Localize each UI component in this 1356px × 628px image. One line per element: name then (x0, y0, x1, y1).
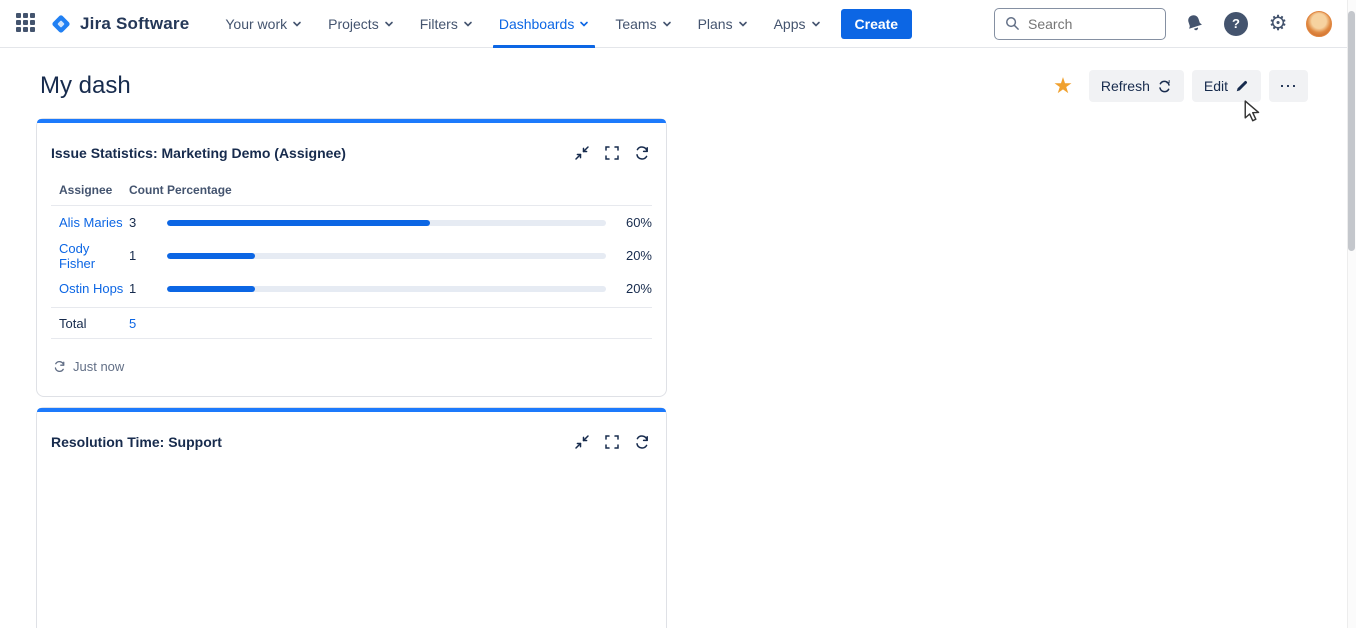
nav-item-your-work[interactable]: Your work (215, 0, 312, 48)
percentage-bar-fill (167, 286, 255, 292)
user-avatar[interactable] (1306, 11, 1332, 37)
percentage-bar-track (167, 220, 606, 226)
count-value: 1 (129, 281, 167, 296)
top-nav: Jira Software Your work Projects Filters… (0, 0, 1356, 48)
vertical-scrollbar[interactable] (1347, 0, 1356, 628)
chevron-down-icon (384, 19, 394, 29)
percentage-bar-track (167, 286, 606, 292)
notifications-bell-icon[interactable] (1180, 10, 1208, 38)
search-icon (1005, 16, 1020, 31)
percentage-bar-fill (167, 220, 430, 226)
help-icon[interactable]: ? (1222, 10, 1250, 38)
refresh-small-icon (53, 360, 66, 373)
gadget-title: Issue Statistics: Marketing Demo (Assign… (51, 145, 346, 161)
more-options-button[interactable]: ⋯ (1269, 70, 1308, 102)
favorite-star-icon[interactable]: ★ (1053, 75, 1073, 97)
column-header-percentage: Percentage (167, 183, 232, 197)
search-box[interactable] (994, 8, 1166, 40)
gadget-title: Resolution Time: Support (51, 434, 222, 450)
column-header-assignee: Assignee (59, 183, 129, 197)
nav-item-plans[interactable]: Plans (688, 0, 758, 48)
column-header-count: Count (129, 183, 167, 197)
gadget-footer: Just now (37, 339, 666, 396)
table-total-row: Total 5 (51, 307, 652, 339)
dashboard-actions: ★ Refresh Edit ⋯ (1053, 70, 1308, 102)
search-input[interactable] (1028, 16, 1148, 32)
table-row: Ostin Hops 1 20% (51, 272, 652, 305)
pencil-icon (1235, 79, 1249, 93)
percentage-label: 20% (618, 281, 652, 296)
chevron-down-icon (738, 19, 748, 29)
jira-diamond-icon (50, 13, 72, 35)
main-nav: Your work Projects Filters Dashboards Te… (215, 0, 830, 48)
page-title: My dash (40, 72, 131, 100)
nav-item-dashboards[interactable]: Dashboards (489, 0, 600, 48)
total-label: Total (59, 316, 129, 331)
ellipsis-icon: ⋯ (1279, 76, 1298, 97)
create-button[interactable]: Create (841, 9, 913, 39)
mouse-cursor (1243, 100, 1263, 122)
nav-item-projects[interactable]: Projects (318, 0, 404, 48)
nav-right-group: ? ⚙ (994, 8, 1342, 40)
edit-button[interactable]: Edit (1192, 70, 1261, 102)
chevron-down-icon (292, 19, 302, 29)
nav-item-apps[interactable]: Apps (764, 0, 831, 48)
assignee-link[interactable]: Alis Maries (59, 215, 129, 230)
percentage-bar-fill (167, 253, 255, 259)
total-count-link[interactable]: 5 (129, 316, 136, 331)
chevron-down-icon (463, 19, 473, 29)
resolution-time-chart: Days 0 (37, 452, 666, 628)
percentage-label: 60% (618, 215, 652, 230)
assignee-link[interactable]: Ostin Hops (59, 281, 129, 296)
scrollbar-thumb[interactable] (1348, 11, 1355, 251)
gadget-header: Resolution Time: Support (37, 412, 666, 452)
percentage-label: 20% (618, 248, 652, 263)
app-title: Jira Software (80, 14, 189, 34)
chevron-down-icon (662, 19, 672, 29)
nav-item-teams[interactable]: Teams (605, 0, 681, 48)
minimize-icon[interactable] (572, 432, 592, 452)
maximize-icon[interactable] (602, 143, 622, 163)
gadget-controls (572, 432, 652, 452)
percentage-bar-track (167, 253, 606, 259)
nav-item-filters[interactable]: Filters (410, 0, 483, 48)
page-header: My dash ★ Refresh Edit ⋯ (0, 48, 1356, 102)
refresh-icon (1157, 79, 1172, 94)
settings-gear-icon[interactable]: ⚙ (1264, 10, 1292, 38)
chevron-down-icon (811, 19, 821, 29)
assignee-link[interactable]: Cody Fisher (59, 241, 129, 271)
count-value: 3 (129, 215, 167, 230)
minimize-icon[interactable] (572, 143, 592, 163)
maximize-icon[interactable] (602, 432, 622, 452)
table-row: Cody Fisher 1 20% (51, 239, 652, 272)
table-row: Alis Maries 3 60% (51, 206, 652, 239)
refresh-gadget-icon[interactable] (632, 432, 652, 452)
jira-logo[interactable]: Jira Software (50, 13, 189, 35)
chevron-down-icon (579, 19, 589, 29)
gadget-header: Issue Statistics: Marketing Demo (Assign… (37, 123, 666, 163)
last-refresh-text: Just now (73, 359, 124, 374)
refresh-button[interactable]: Refresh (1089, 70, 1184, 102)
gadget-resolution-time: Resolution Time: Support (36, 407, 667, 628)
gadget-controls (572, 143, 652, 163)
app-switcher-icon[interactable] (16, 13, 38, 35)
count-value: 1 (129, 248, 167, 263)
table-header-row: Assignee Count Percentage (51, 183, 652, 206)
gadget-issue-statistics: Issue Statistics: Marketing Demo (Assign… (36, 118, 667, 397)
issue-stats-table: Assignee Count Percentage Alis Maries 3 … (37, 183, 666, 339)
refresh-gadget-icon[interactable] (632, 143, 652, 163)
